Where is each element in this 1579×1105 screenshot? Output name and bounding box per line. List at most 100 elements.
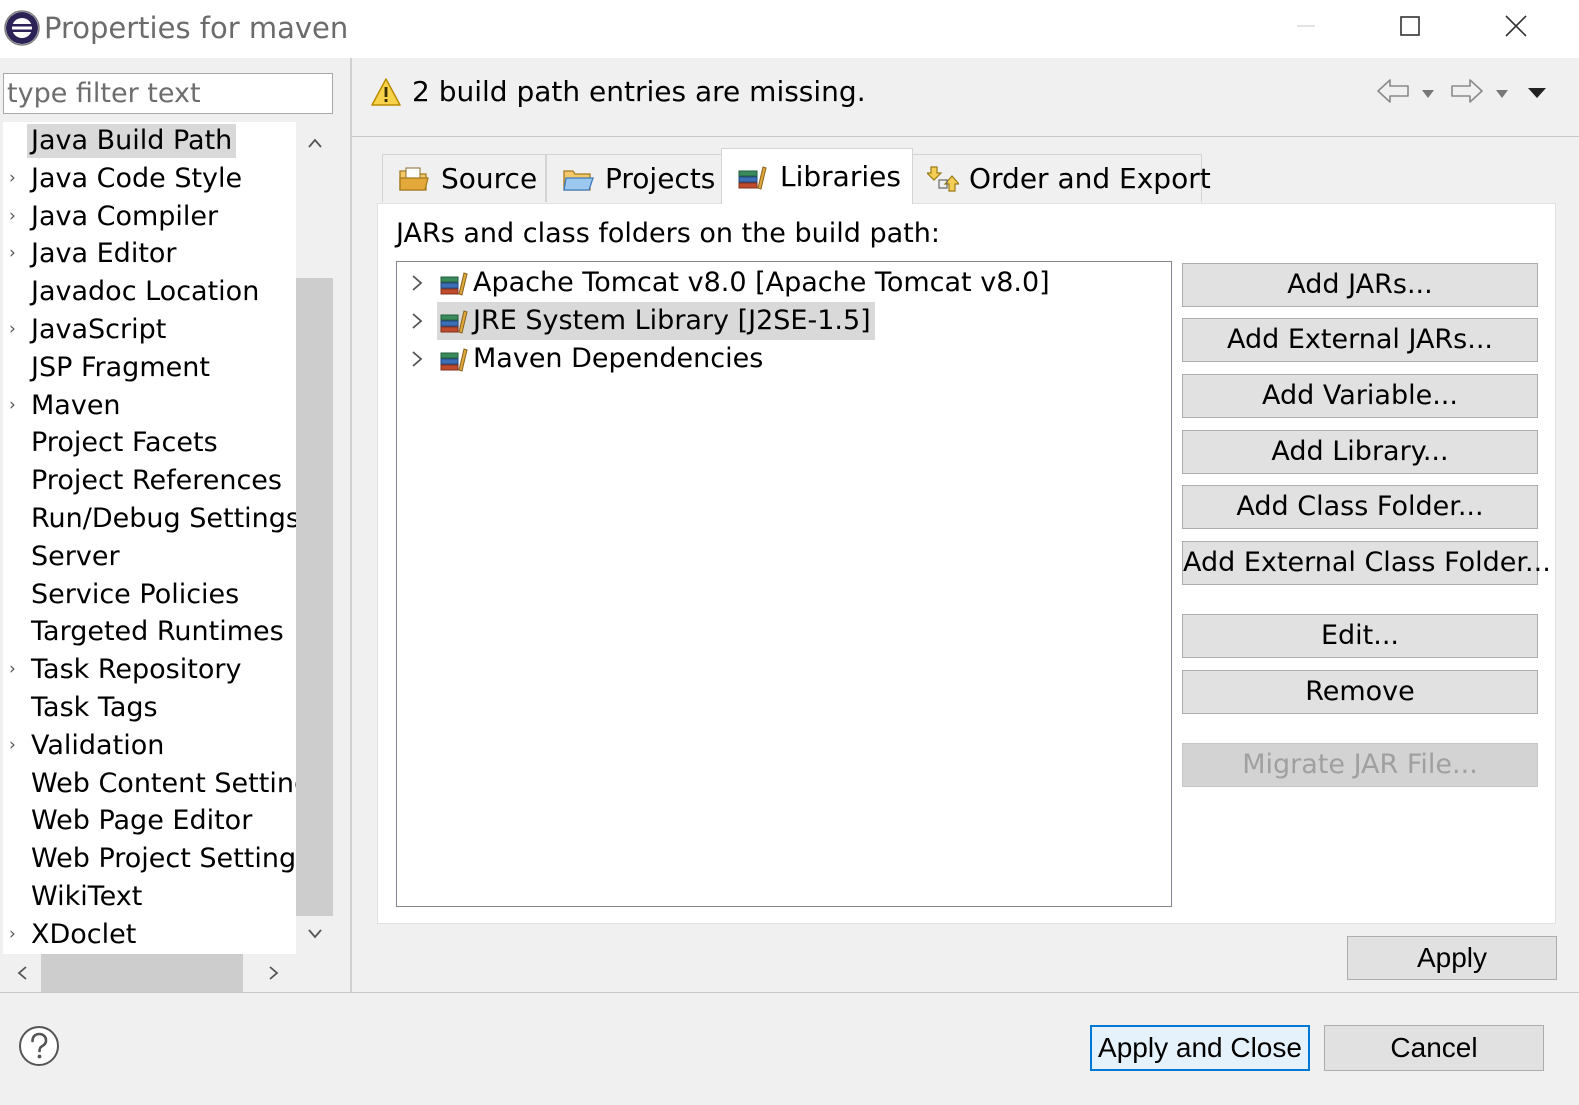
status-message: 2 build path entries are missing. [412, 75, 866, 108]
vertical-scrollbar[interactable] [296, 122, 333, 954]
forward-history-dropdown[interactable] [1490, 78, 1514, 108]
tree-item-label: XDoclet [31, 918, 137, 950]
tree-item[interactable]: Javadoc Location [3, 273, 296, 311]
scroll-left-arrow-icon[interactable] [3, 954, 41, 992]
expand-chevron-icon[interactable]: › [9, 651, 23, 689]
help-icon[interactable] [18, 1025, 60, 1067]
tree-item[interactable]: Project Facets [3, 424, 296, 462]
expand-chevron-icon[interactable] [397, 312, 437, 330]
tree-item-label: WikiText [31, 880, 143, 912]
chevron-down-icon [1495, 84, 1509, 103]
forward-arrow-icon [1450, 78, 1484, 108]
library-icon [437, 269, 471, 297]
tab-libraries[interactable]: Libraries [721, 148, 913, 204]
vertical-scroll-thumb[interactable] [296, 278, 333, 916]
add-variable-button[interactable]: Add Variable... [1182, 374, 1538, 418]
tree-item[interactable]: Task Tags [3, 689, 296, 727]
horizontal-scrollbar[interactable] [3, 954, 333, 992]
filter-input[interactable] [3, 73, 333, 114]
build-path-label: JARs and class folders on the build path… [396, 218, 940, 249]
view-menu-button[interactable] [1522, 78, 1552, 108]
tree-item-label: Service Policies [31, 578, 240, 610]
tree-item[interactable]: Java Build Path [3, 122, 296, 160]
tree-item[interactable]: Server [3, 538, 296, 576]
maximize-icon [1399, 15, 1421, 41]
close-button[interactable] [1486, 6, 1546, 50]
tree-item-label: Java Editor [31, 238, 177, 270]
expand-chevron-icon[interactable] [397, 274, 437, 292]
tree-item-label: Java Build Path [27, 124, 237, 158]
tree-item[interactable]: › Java Code Style [3, 160, 296, 198]
scroll-up-arrow-icon[interactable] [296, 122, 333, 164]
add-library-button[interactable]: Add Library... [1182, 430, 1538, 474]
expand-chevron-icon[interactable]: › [9, 387, 23, 425]
minimize-button[interactable] [1276, 6, 1336, 50]
tree-item[interactable]: WikiText [3, 878, 296, 916]
tab-projects[interactable]: Projects [546, 154, 722, 202]
add-jars-button[interactable]: Add JARs... [1182, 263, 1538, 307]
tab-source[interactable]: Source [382, 154, 546, 202]
tree-item[interactable]: JSP Fragment [3, 349, 296, 387]
tree-item[interactable]: › JavaScript [3, 311, 296, 349]
library-entry-label: Apache Tomcat v8.0 [Apache Tomcat v8.0] [473, 267, 1050, 298]
tree-item[interactable]: › Maven [3, 387, 296, 425]
tree-item-label: JavaScript [31, 313, 167, 345]
tree-item[interactable]: Web Project Settings [3, 840, 310, 878]
tree-item-label: Javadoc Location [31, 276, 260, 308]
tree-item[interactable]: › Validation [3, 727, 296, 765]
pane-divider[interactable] [350, 58, 352, 993]
forward-button[interactable] [1446, 78, 1488, 108]
expand-chevron-icon[interactable]: › [9, 727, 23, 765]
library-entry-tomcat[interactable]: Apache Tomcat v8.0 [Apache Tomcat v8.0] [397, 264, 1054, 302]
add-external-jars-button[interactable]: Add External JARs... [1182, 318, 1538, 362]
add-class-folder-button[interactable]: Add Class Folder... [1182, 485, 1538, 529]
tree-item-label: Java Code Style [31, 162, 243, 194]
tree-item-label: Java Compiler [31, 200, 219, 232]
tree-item[interactable]: › Java Compiler [3, 198, 296, 236]
library-entry-maven[interactable]: Maven Dependencies [397, 340, 767, 378]
menu-triangle-icon [1527, 84, 1547, 103]
edit-button[interactable]: Edit... [1182, 614, 1538, 658]
library-entry-jre[interactable]: JRE System Library [J2SE-1.5] [397, 302, 875, 340]
tree-item-label: Targeted Runtimes [31, 616, 284, 648]
back-arrow-icon [1376, 78, 1410, 108]
apply-button[interactable]: Apply [1347, 936, 1557, 980]
expand-chevron-icon[interactable]: › [9, 916, 23, 954]
library-icon [437, 307, 471, 335]
back-button[interactable] [1372, 78, 1414, 108]
scroll-down-arrow-icon[interactable] [296, 914, 333, 954]
library-entries-tree[interactable]: Apache Tomcat v8.0 [Apache Tomcat v8.0] … [396, 261, 1172, 907]
expand-chevron-icon[interactable]: › [9, 235, 23, 273]
tab-label: Projects [605, 162, 716, 195]
source-folder-icon [397, 164, 431, 194]
tree-item[interactable]: Project References [3, 462, 296, 500]
library-icon [437, 345, 471, 373]
expand-chevron-icon[interactable]: › [9, 311, 23, 349]
expand-chevron-icon[interactable]: › [9, 160, 23, 198]
tree-item[interactable]: › Java Editor [3, 235, 296, 273]
apply-and-close-button[interactable]: Apply and Close [1090, 1025, 1310, 1071]
tree-item-label: Task Repository [31, 654, 242, 686]
tree-item[interactable]: Web Page Editor [3, 802, 296, 840]
expand-chevron-icon[interactable] [397, 350, 437, 368]
tree-item[interactable]: › XDoclet [3, 916, 296, 954]
tree-item-label: Web Page Editor [31, 805, 253, 837]
tree-item[interactable]: Targeted Runtimes [3, 613, 296, 651]
chevron-down-icon [1421, 84, 1435, 103]
tab-order-and-export[interactable]: Order and Export [912, 154, 1211, 202]
back-history-dropdown[interactable] [1416, 78, 1440, 108]
tree-item[interactable]: Service Policies [3, 576, 296, 614]
migrate-jar-file-button[interactable]: Migrate JAR File... [1182, 743, 1538, 787]
cancel-button[interactable]: Cancel [1324, 1025, 1544, 1071]
horizontal-scroll-thumb[interactable] [41, 954, 243, 992]
expand-chevron-icon[interactable]: › [9, 198, 23, 236]
maximize-button[interactable] [1380, 6, 1440, 50]
add-external-class-folder-button[interactable]: Add External Class Folder... [1182, 541, 1551, 585]
tree-item[interactable]: › Task Repository [3, 651, 296, 689]
remove-button[interactable]: Remove [1182, 670, 1538, 714]
tree-item[interactable]: Web Content Settings [3, 765, 325, 803]
tree-item-label: Task Tags [31, 691, 158, 723]
scroll-right-arrow-icon[interactable] [255, 954, 293, 992]
tree-item[interactable]: Run/Debug Settings [3, 500, 300, 538]
tree-item-label: Project Facets [31, 427, 218, 459]
